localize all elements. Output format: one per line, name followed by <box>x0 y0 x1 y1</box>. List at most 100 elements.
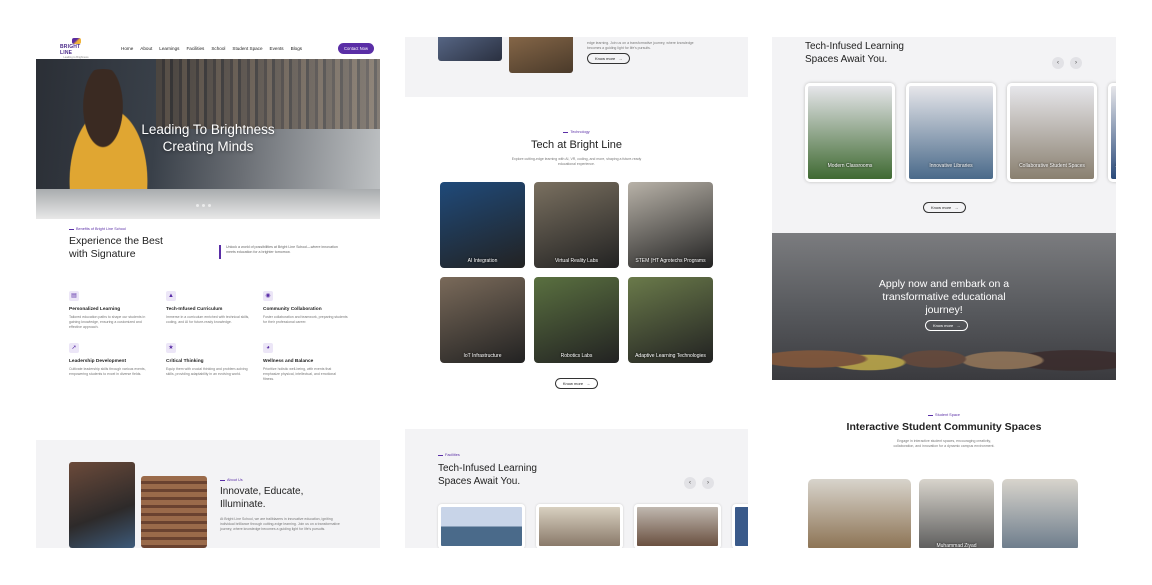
about-image-reading <box>69 462 135 548</box>
technology-card[interactable]: Virtual Reality Labs <box>534 182 619 268</box>
nav-link-facilities[interactable]: Facilities <box>186 46 204 51</box>
technology-grid: AI Integration Virtual Reality Labs STEM (… <box>405 182 748 363</box>
hero-bookshelf-image <box>156 59 380 129</box>
student-space-text: Engage in interactive student spaces, en… <box>893 439 995 448</box>
facilities-carousel-controls: ‹ › <box>1052 57 1082 69</box>
technology-text: Explore cutting-edge learning with AI, V… <box>511 157 642 166</box>
facility-card[interactable]: Collaborative Student Spaces <box>1007 83 1097 182</box>
facility-card-image[interactable] <box>536 504 623 548</box>
facility-card[interactable]: Modern Classrooms <box>805 83 895 182</box>
contact-now-button[interactable]: Contact Now <box>338 42 374 54</box>
technology-card-label: AI Integration <box>467 258 498 264</box>
facilities-section: Facilities Tech-Infused Learning Spaces … <box>405 429 748 548</box>
facilities-section: Tech-Infused Learning Spaces Await You. … <box>772 37 1116 233</box>
technology-card-label: STEM (HT Agrotechs Programs <box>635 258 706 264</box>
student-space-card-label: Muhammad Ziyad <box>936 543 977 548</box>
nav-link-events[interactable]: Events <box>270 46 284 51</box>
benefits-title: Experience the Best with Signature <box>69 235 163 260</box>
hero-banner: Leading To Brightness Creating Minds <box>36 59 380 219</box>
technology-card[interactable]: IoT Infrastructure <box>440 277 525 363</box>
know-more-button[interactable]: Know more → <box>925 320 969 331</box>
about-section-continued: edge learning. Join us on a transformati… <box>405 37 748 97</box>
facility-card-label: Modern Classrooms <box>827 163 873 169</box>
about-section: About Us Innovate, Educate, Illuminate. … <box>36 440 380 548</box>
know-more-button[interactable]: Know more → <box>554 378 599 389</box>
facility-card-image[interactable] <box>732 504 748 548</box>
know-more-button[interactable]: Know more → <box>923 202 967 213</box>
benefits-tag: Benefits of Bright Line School <box>69 227 347 231</box>
facilities-carousel-controls: ‹ › <box>684 477 714 489</box>
nav-link-learnings[interactable]: Learnings <box>159 46 179 51</box>
eye-icon: ◉ <box>263 291 273 301</box>
benefits-grid: ▤ Personalized Learning Tailored education… <box>69 291 348 382</box>
arrow-right-icon: → <box>586 381 591 386</box>
apply-title: Apply now and embark on a transformative… <box>878 278 1010 316</box>
about-text: edge learning. Join us on a transformati… <box>587 41 694 50</box>
technology-card-label: Virtual Reality Labs <box>555 258 598 264</box>
facilities-title: Tech-Infused Learning Spaces Await You. <box>805 41 904 65</box>
hero-slider-dots[interactable] <box>196 204 211 207</box>
technology-card-label: Adaptive Learning Technologies <box>635 353 706 359</box>
facility-card[interactable]: Innovative Libraries <box>906 83 996 182</box>
technology-card[interactable]: STEM (HT Agrotechs Programs <box>628 182 713 268</box>
nav-link-blogs[interactable]: Blogs <box>291 46 303 51</box>
student-space-card[interactable]: Muhammad Ziyad <box>919 479 994 548</box>
nav-link-school[interactable]: School <box>211 46 225 51</box>
student-space-tag: Student Space <box>772 413 1116 417</box>
chevron-left-icon[interactable]: ‹ <box>1052 57 1064 69</box>
chevron-right-icon[interactable]: › <box>702 477 714 489</box>
chevron-left-icon[interactable]: ‹ <box>684 477 696 489</box>
chevron-right-icon[interactable]: › <box>1070 57 1082 69</box>
arrow-right-icon: → <box>954 205 959 210</box>
student-space-card[interactable] <box>808 479 911 548</box>
benefits-section: Benefits of Bright Line School Experienc… <box>36 219 380 382</box>
student-space-cards: Muhammad Ziyad <box>808 479 1078 548</box>
facility-card-label: Innovative Libraries <box>929 163 973 169</box>
facility-card-label: Collaborative Student Spaces <box>1019 163 1085 169</box>
about-image-library <box>509 37 573 73</box>
page-preview-home: BRIGHT LINE Leading to Brightness Home A… <box>36 37 380 548</box>
facility-card-label: AI <box>1111 163 1117 169</box>
top-navbar: BRIGHT LINE Leading to Brightness Home A… <box>36 37 380 59</box>
student-space-card[interactable] <box>1002 479 1078 548</box>
benefit-item: ➚ Leadership Development Cultivate leaders… <box>69 343 146 376</box>
technology-card[interactable]: Robotics Labs <box>534 277 619 363</box>
facility-card[interactable]: AI <box>1108 83 1116 182</box>
nav-link-student-space[interactable]: Student Space <box>232 46 262 51</box>
student-space-section: Student Space Interactive Student Commun… <box>772 380 1116 449</box>
rocket-icon: ➚ <box>69 343 79 353</box>
technology-card[interactable]: Adaptive Learning Technologies <box>628 277 713 363</box>
apply-banner: Apply now and embark on a transformative… <box>772 233 1116 380</box>
benefit-item: ◕ Wellness and Balance Prioritize holistic… <box>263 343 336 381</box>
book-icon: ▤ <box>69 291 79 301</box>
benefit-item: ▲ Tech-Infused Curriculum Immerse in a cur… <box>166 291 250 324</box>
logo[interactable]: BRIGHT LINE Leading to Brightness <box>60 37 92 59</box>
student-space-title: Interactive Student Community Spaces <box>846 421 1042 433</box>
technology-tag: Technology <box>405 130 748 134</box>
facility-card-image[interactable] <box>634 504 721 548</box>
technology-card-label: Robotics Labs <box>560 353 593 359</box>
pie-chart-icon: ◕ <box>263 343 273 353</box>
technology-card[interactable]: AI Integration <box>440 182 525 268</box>
hero-title: Leading To Brightness Creating Minds <box>141 122 275 154</box>
about-title: Innovate, Educate, Illuminate. <box>220 486 304 510</box>
arrow-right-icon: → <box>956 323 961 328</box>
star-icon: ★ <box>166 343 176 353</box>
facilities-tag: Facilities <box>438 453 460 457</box>
about-image-reading <box>438 37 502 61</box>
arrow-right-icon: → <box>618 56 623 61</box>
benefit-item: ★ Critical Thinking Equip them with crucia… <box>166 343 248 376</box>
about-image-library <box>141 476 207 548</box>
facilities-title: Tech-Infused Learning Spaces Await You. <box>438 463 537 487</box>
about-tag: About Us <box>220 478 340 482</box>
benefits-intro: Unlock a world of possibilities at Brigh… <box>219 245 347 259</box>
logo-name: BRIGHT LINE <box>60 43 81 56</box>
facility-card-image[interactable] <box>438 504 525 548</box>
page-preview-technology: edge learning. Join us on a transformati… <box>405 37 748 548</box>
know-more-button[interactable]: Know more → <box>587 53 631 64</box>
page-preview-facilities: Tech-Infused Learning Spaces Await You. … <box>772 37 1116 548</box>
nav-link-home[interactable]: Home <box>121 46 133 51</box>
facilities-carousel <box>438 504 748 548</box>
about-text: At Bright Line School, we are trailblaze… <box>220 517 340 531</box>
nav-link-about[interactable]: About <box>140 46 152 51</box>
